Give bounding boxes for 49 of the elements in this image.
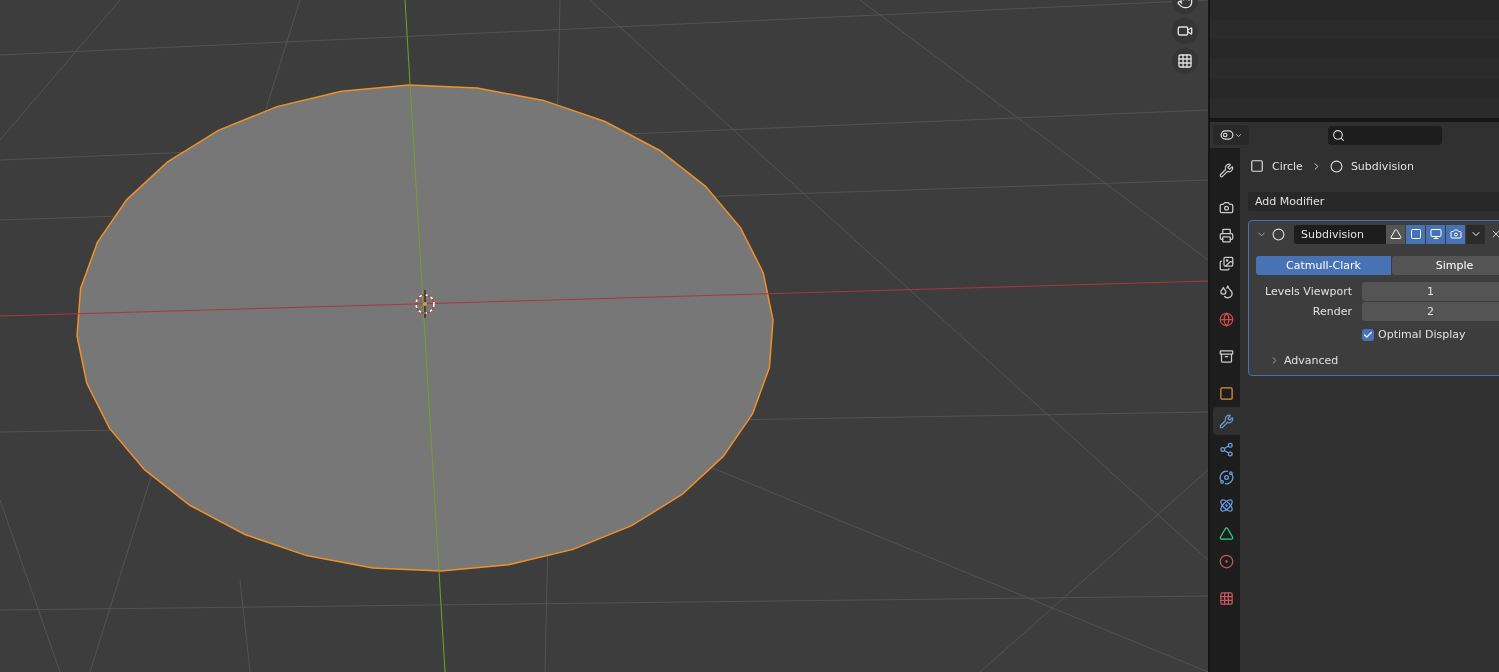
nodes-icon bbox=[1219, 441, 1234, 457]
checkbox[interactable] bbox=[1362, 328, 1374, 341]
wrench-icon bbox=[1219, 413, 1234, 429]
archive-box-icon bbox=[1219, 348, 1234, 364]
camera-icon bbox=[1449, 228, 1462, 240]
images-icon bbox=[1219, 255, 1234, 271]
dropdown-button[interactable] bbox=[1466, 224, 1485, 244]
triangle-icon bbox=[1219, 525, 1234, 541]
breadcrumb-modifier[interactable]: Subdivision bbox=[1350, 159, 1414, 173]
circle-dot-icon bbox=[1219, 553, 1234, 569]
properties-tab[interactable] bbox=[1213, 407, 1240, 435]
object-icon bbox=[1250, 159, 1264, 173]
cage-toggle[interactable] bbox=[1406, 224, 1425, 244]
field-label: Levels Viewport bbox=[1264, 285, 1353, 298]
search-field[interactable] bbox=[1328, 125, 1442, 145]
render-toggle[interactable] bbox=[1446, 224, 1465, 244]
camera-icon[interactable] bbox=[1172, 18, 1198, 44]
3d-cursor-icon[interactable] bbox=[415, 289, 435, 319]
triangle-icon bbox=[1389, 228, 1402, 240]
subdivision-type-option[interactable]: Catmull-Clark bbox=[1256, 256, 1391, 275]
edit-mode-toggle[interactable] bbox=[1386, 224, 1405, 244]
printer-icon bbox=[1219, 227, 1234, 243]
checkbox-label[interactable]: Optimal Display bbox=[1378, 328, 1466, 341]
camera-icon bbox=[1219, 199, 1234, 215]
monitor-icon bbox=[1429, 228, 1442, 240]
square-icon bbox=[1219, 385, 1234, 401]
modifier-name-field[interactable]: Subdivision bbox=[1294, 224, 1386, 244]
subpanel-title[interactable]: Advanced bbox=[1284, 354, 1339, 367]
square-icon bbox=[1409, 228, 1422, 240]
modifier-icon bbox=[1329, 159, 1343, 173]
number-field[interactable]: 1 bbox=[1362, 282, 1499, 301]
checker-grid-icon bbox=[1219, 590, 1234, 606]
wrench-icon bbox=[1219, 162, 1234, 178]
editor-type-button[interactable] bbox=[1213, 125, 1249, 145]
subdivision-type-option[interactable]: Simple bbox=[1392, 256, 1499, 275]
breadcrumb-object[interactable]: Circle bbox=[1272, 159, 1303, 173]
number-field[interactable]: 2 bbox=[1362, 302, 1499, 321]
add-modifier-button[interactable]: Add Modifier bbox=[1248, 192, 1499, 211]
field-label: Render bbox=[1311, 305, 1353, 318]
close-icon[interactable] bbox=[1490, 228, 1499, 240]
droplets-icon bbox=[1219, 283, 1234, 299]
modifier-icon bbox=[1272, 227, 1285, 241]
toggle-icon bbox=[1219, 128, 1234, 142]
atom-icon bbox=[1219, 497, 1234, 513]
viewport-toggle[interactable] bbox=[1426, 224, 1445, 244]
grid-icon[interactable] bbox=[1172, 48, 1198, 74]
orbit-icon bbox=[1219, 469, 1234, 485]
globe-icon bbox=[1219, 311, 1234, 327]
search-icon bbox=[1332, 128, 1345, 142]
